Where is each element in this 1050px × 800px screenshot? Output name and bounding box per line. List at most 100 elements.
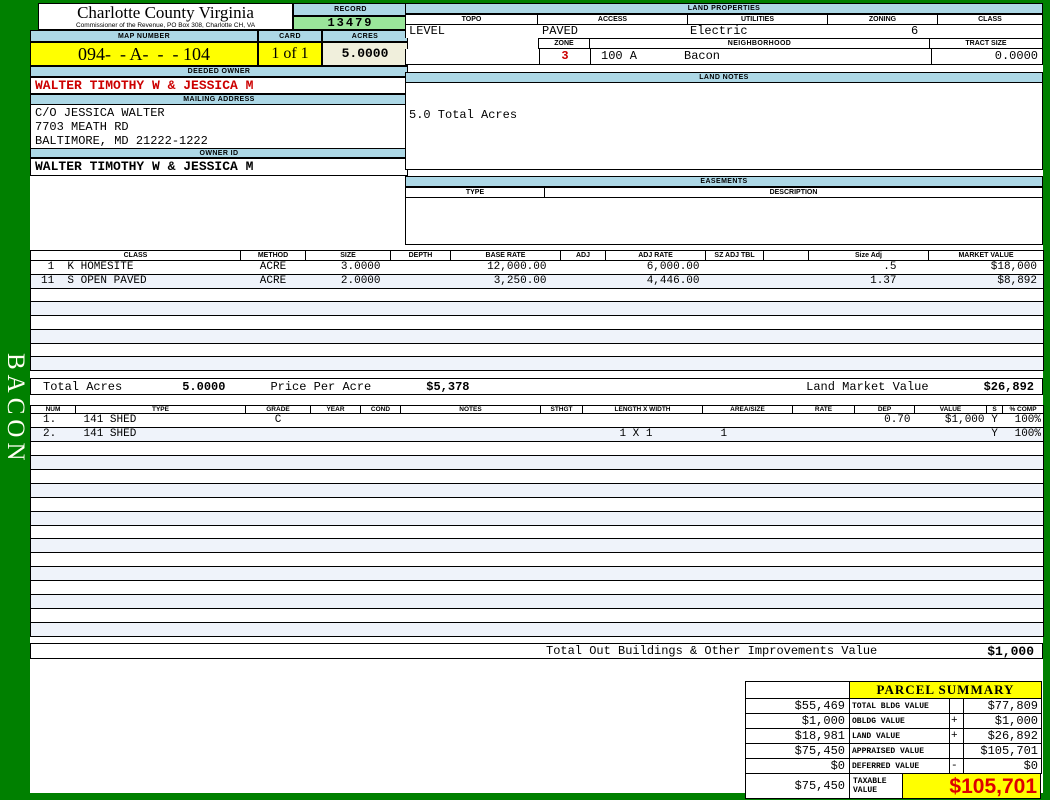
table-cell	[854, 608, 915, 624]
table-cell: 1 X 1	[582, 427, 703, 442]
table-cell: 141 SHED	[75, 427, 246, 442]
ob-col-value: VALUE	[914, 405, 987, 414]
table-cell	[75, 497, 246, 512]
table-cell	[928, 315, 1044, 330]
table-cell	[1002, 608, 1044, 624]
table-cell: $1,000	[914, 413, 987, 428]
ob-col-num: NUM	[30, 405, 76, 414]
table-cell	[854, 525, 915, 540]
table-cell	[400, 413, 541, 428]
table-cell	[245, 525, 311, 540]
table-cell	[914, 483, 987, 498]
ob-col-cond: COND	[360, 405, 401, 414]
ob-col-s: S	[986, 405, 1003, 414]
table-cell	[310, 566, 361, 582]
land-market-value: $26,892	[983, 379, 1034, 394]
neighborhood-name: Bacon	[684, 49, 721, 63]
table-cell: DEFERRED VALUE	[849, 758, 950, 774]
table-row: $0 DEFERRED VALUE - $0	[745, 758, 1042, 774]
table-row	[30, 356, 1044, 371]
table-cell	[360, 552, 401, 568]
table-cell	[400, 525, 541, 540]
table-cell: 2.0000	[305, 274, 391, 289]
table-cell	[310, 497, 361, 512]
table-cell	[854, 594, 915, 610]
parcel-record-card: BACON Charlotte County Virginia Commissi…	[0, 0, 1050, 800]
table-cell: $55,469	[745, 698, 850, 714]
table-cell	[560, 315, 606, 330]
table-cell	[30, 329, 241, 344]
tract-size-value: 0.0000	[931, 49, 1044, 65]
table-cell	[792, 483, 855, 498]
table-cell	[986, 580, 1003, 596]
table-cell	[310, 538, 361, 554]
table-cell: 0.70	[854, 413, 915, 428]
table-cell	[1002, 538, 1044, 554]
table-cell	[240, 329, 306, 344]
table-cell	[582, 566, 703, 582]
table-cell: $1,000	[963, 713, 1042, 729]
table-cell	[1002, 594, 1044, 610]
table-cell	[540, 538, 583, 554]
total-acres-value: 5.0000	[182, 379, 226, 394]
table-cell	[605, 356, 706, 371]
table-cell	[75, 455, 246, 470]
table-cell	[30, 301, 241, 316]
table-cell	[605, 315, 706, 330]
table-cell: $8,892	[928, 274, 1044, 289]
table-cell: 4,446.00	[605, 274, 706, 289]
table-cell: C	[245, 413, 311, 428]
table-row: $75,450 APPRAISED VALUE $105,701	[745, 743, 1042, 759]
address-line: BALTIMORE, MD 21222-1222	[35, 134, 208, 148]
owner-id-label: OWNER ID	[30, 148, 408, 158]
table-cell	[390, 260, 451, 275]
table-cell	[986, 525, 1003, 540]
table-cell	[792, 441, 855, 456]
table-cell	[792, 413, 855, 428]
table-cell	[792, 580, 855, 596]
parcel-summary: PARCEL SUMMARY $55,469 TOTAL BLDG VALUE $7…	[745, 681, 1042, 799]
table-row: 2. 141 SHED 1 X 1 1 Y 100%	[30, 427, 1044, 442]
table-cell	[763, 288, 809, 303]
table-cell	[540, 511, 583, 526]
table-cell	[986, 622, 1003, 637]
table-cell	[30, 538, 76, 554]
table-cell	[914, 622, 987, 637]
table-cell: 1.37	[808, 274, 929, 289]
table-cell	[30, 608, 76, 624]
land-col-size-adj: Size Adj	[808, 250, 929, 261]
table-cell	[986, 455, 1003, 470]
table-cell: 12,000.00	[450, 260, 561, 275]
table-cell	[400, 538, 541, 554]
table-cell	[854, 427, 915, 442]
zone-neighborhood-values: 3 100 A Bacon 0.0000	[405, 49, 1043, 65]
table-cell	[400, 511, 541, 526]
table-cell	[1002, 622, 1044, 637]
price-per-acre-value: $5,378	[426, 379, 470, 394]
table-cell	[854, 580, 915, 596]
table-cell	[310, 622, 361, 637]
table-cell	[1002, 580, 1044, 596]
table-cell	[310, 441, 361, 456]
table-cell	[986, 552, 1003, 568]
table-cell	[540, 441, 583, 456]
card-value: 1 of 1	[258, 42, 322, 66]
table-cell	[30, 288, 241, 303]
table-cell	[400, 441, 541, 456]
table-cell	[30, 580, 76, 596]
table-cell	[245, 483, 311, 498]
table-cell	[605, 301, 706, 316]
table-cell	[705, 356, 764, 371]
table-cell	[582, 580, 703, 596]
table-cell	[808, 329, 929, 344]
ob-col-type: TYPE	[75, 405, 246, 414]
table-cell	[400, 566, 541, 582]
table-cell: +	[949, 713, 964, 729]
table-cell	[390, 301, 451, 316]
land-notes-box: 5.0 Total Acres	[405, 83, 1043, 170]
table-cell	[986, 511, 1003, 526]
easements-empty-area	[405, 198, 1043, 245]
county-title: Charlotte County Virginia	[77, 3, 254, 22]
table-cell	[540, 413, 583, 428]
neighborhood-header: NEIGHBORHOOD	[590, 38, 930, 49]
